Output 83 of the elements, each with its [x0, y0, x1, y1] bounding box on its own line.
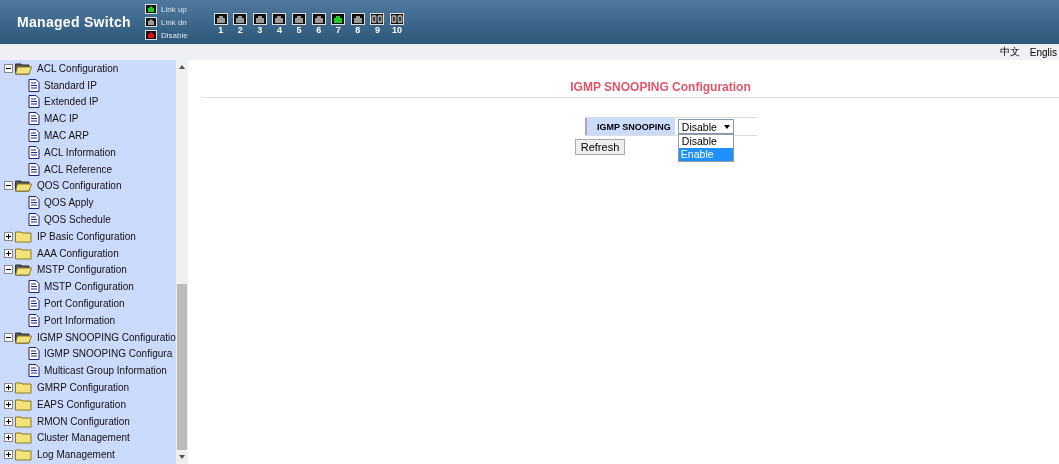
- language-link[interactable]: 中文: [999, 45, 1020, 59]
- dropdown[interactable]: Disable: [677, 119, 734, 134]
- document-icon: [28, 196, 40, 210]
- tree-folder-item[interactable]: IP Basic Configuration: [37, 230, 136, 242]
- port-number: 2: [237, 25, 243, 35]
- ethernet-port-icon[interactable]: [311, 13, 326, 25]
- port-number: 4: [276, 25, 282, 35]
- tree-page-item[interactable]: MAC IP: [44, 113, 79, 125]
- expand-icon[interactable]: [4, 231, 13, 241]
- legend-label: Link dn: [161, 17, 187, 27]
- tree-folder-item[interactable]: Cluster Management: [37, 432, 130, 444]
- ethernet-port-icon[interactable]: [272, 13, 287, 25]
- port-number: 1: [218, 25, 224, 35]
- document-icon: [28, 347, 40, 361]
- refresh-button[interactable]: Refresh: [574, 139, 626, 155]
- tree-page-item[interactable]: MAC ARP: [44, 130, 89, 142]
- tree-folder-item[interactable]: GMRP Configuration: [37, 382, 130, 394]
- tree-page-item[interactable]: QOS Schedule: [44, 214, 111, 226]
- port-number: 5: [296, 25, 302, 35]
- collapse-icon[interactable]: [4, 63, 13, 73]
- tree-page-item[interactable]: ACL Reference: [44, 163, 112, 175]
- document-icon: [28, 364, 40, 378]
- tree-page-item[interactable]: MSTP Configuration: [44, 281, 134, 293]
- field-label: IGMP SNOOPING: [585, 118, 675, 135]
- ethernet-port-icon[interactable]: [213, 13, 228, 25]
- tree-folder-item[interactable]: ACL Configuration: [37, 62, 119, 74]
- tree-folder-item[interactable]: QOS Configuration: [37, 180, 122, 192]
- expand-icon[interactable]: [4, 433, 13, 443]
- tree-page-item[interactable]: Port Information: [44, 314, 116, 326]
- caret-icon: [723, 124, 730, 129]
- tree-page-item[interactable]: IGMP SNOOPING Configura: [44, 348, 173, 360]
- fiber-port-icon[interactable]: [370, 13, 385, 25]
- scrollbar[interactable]: [176, 60, 188, 464]
- ethernet-port-icon[interactable]: [252, 13, 267, 25]
- ethernet-port-icon[interactable]: [292, 13, 307, 25]
- tree-folder-item[interactable]: MSTP Configuration: [37, 264, 127, 276]
- document-icon: [28, 162, 40, 176]
- port-number: 8: [355, 25, 361, 35]
- port-number: 9: [374, 25, 380, 35]
- tree-page-item[interactable]: Port Configuration: [44, 298, 125, 310]
- document-icon: [28, 313, 40, 327]
- expand-icon[interactable]: [4, 399, 13, 409]
- document-icon: [28, 297, 40, 311]
- document-icon: [28, 129, 40, 143]
- expand-icon[interactable]: [4, 383, 13, 393]
- document-icon: [28, 213, 40, 227]
- document-icon: [28, 145, 40, 159]
- language-link[interactable]: Englis: [1029, 46, 1057, 58]
- port-number: 6: [316, 25, 322, 35]
- expand-icon[interactable]: [4, 450, 13, 460]
- legend-label: Link up: [161, 4, 187, 14]
- scroll-down-icon[interactable]: [179, 455, 185, 459]
- tree-page-item[interactable]: Standard IP: [44, 79, 97, 91]
- app-title: Managed Switch: [17, 14, 132, 30]
- ethernet-port-icon[interactable]: [350, 13, 365, 25]
- tree-page-item[interactable]: Extended IP: [44, 96, 99, 108]
- page-title: IGMP SNOOPING Configuration: [569, 80, 752, 94]
- collapse-icon[interactable]: [4, 332, 13, 342]
- tree-page-item[interactable]: Multicast Group Information: [44, 365, 167, 377]
- legend-label: Disable: [161, 30, 188, 40]
- port-number: 7: [335, 25, 341, 35]
- tree-folder-item[interactable]: Log Management: [37, 449, 115, 461]
- tree-page-item[interactable]: QOS Apply: [44, 197, 94, 209]
- fiber-port-icon[interactable]: [390, 13, 405, 25]
- tree-folder-item[interactable]: RMON Configuration: [37, 415, 130, 427]
- tree-folder-item[interactable]: EAPS Configuration: [37, 398, 126, 410]
- ethernet-port-icon[interactable]: [331, 13, 346, 25]
- tree-folder-item[interactable]: AAA Configuration: [37, 247, 119, 259]
- tree-folder-item[interactable]: IGMP SNOOPING Configuratio: [37, 331, 176, 343]
- expand-icon[interactable]: [4, 416, 13, 426]
- scroll-up-icon[interactable]: [179, 65, 185, 69]
- expand-icon[interactable]: [4, 248, 13, 258]
- dropdown-option[interactable]: Disable: [678, 135, 733, 148]
- collapse-icon[interactable]: [4, 181, 13, 191]
- port-number: 10: [392, 25, 403, 35]
- collapse-icon[interactable]: [4, 265, 13, 275]
- ethernet-port-icon[interactable]: [233, 13, 248, 25]
- tree-page-item[interactable]: ACL Information: [44, 146, 116, 158]
- document-icon: [28, 280, 40, 294]
- document-icon: [28, 112, 40, 126]
- document-icon: [28, 95, 40, 109]
- port-number: 3: [257, 25, 263, 35]
- document-icon: [28, 78, 40, 92]
